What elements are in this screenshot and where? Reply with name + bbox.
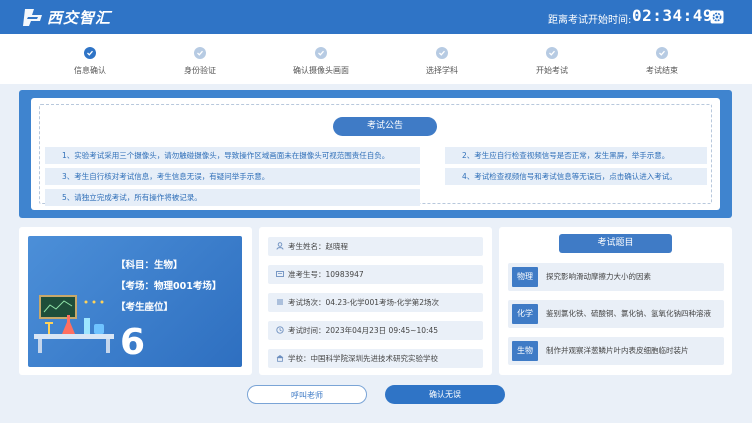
check-icon [546, 47, 558, 59]
step-camera: 确认摄像头画面 [271, 47, 371, 76]
exam-notice-panel: 考试公告 1、实验考试采用三个摄像头，请勿触碰摄像头，导致操作区域画面未在摄像头… [19, 90, 732, 218]
check-icon [656, 47, 668, 59]
step-end: 考试结束 [612, 47, 712, 76]
question-subject-tag: 化学 [512, 304, 538, 324]
countdown-value: 02:34:49 [632, 6, 714, 25]
exam-notice-body: 考试公告 1、实验考试采用三个摄像头，请勿触碰摄像头，导致操作区域画面未在摄像头… [31, 98, 720, 210]
school-icon [276, 355, 284, 362]
exam-session-row: 考试场次：04.23-化学001考场-化学第2场次 [268, 293, 483, 312]
seat-label: 【考生座位】 [116, 302, 174, 313]
notice-rule: 1、实验考试采用三个摄像头，请勿触碰摄像头，导致操作区域画面未在摄像头可视范围责… [45, 147, 420, 164]
notice-rule: 2、考生应自行检查视频信号是否正常，发生黑屏，举手示意。 [445, 147, 707, 164]
check-icon [315, 47, 327, 59]
notice-title: 考试公告 [333, 117, 437, 136]
progress-steps: 信息确认 身份验证 确认摄像头画面 选择学科 开始考试 考试结束 [0, 34, 752, 84]
app-header: 西交智汇 距离考试开始时间: 02:34:49 [0, 0, 752, 34]
confirm-button[interactable]: 确认无误 [385, 385, 505, 404]
lab-illustration-icon [34, 295, 114, 353]
step-info-confirm: 信息确认 [40, 47, 140, 76]
check-icon [436, 47, 448, 59]
seat-room: 【考场：物理001考场】 [116, 281, 222, 292]
question-text: 探究影响滑动摩擦力大小的因素 [546, 272, 651, 281]
app-name: 西交智汇 [47, 8, 112, 27]
list-icon [277, 299, 283, 305]
seat-panel: 【科目：生物】 【考场：物理001考场】 【考生座位】 6 [28, 236, 242, 367]
exam-questions-card: 考试题目 物理 探究影响滑动摩擦力大小的因素 化学 鉴别氯化铁、硫酸铜、氯化钠、… [499, 227, 732, 375]
step-label: 信息确认 [74, 66, 106, 75]
check-icon [194, 47, 206, 59]
question-subject-tag: 生物 [512, 341, 538, 361]
student-name: 考生姓名：赵晓程 [288, 242, 348, 251]
app-logo: 西交智汇 [22, 5, 111, 29]
exam-session: 考试场次：04.23-化学001考场-化学第2场次 [288, 298, 439, 307]
seat-number: 6 [120, 322, 146, 363]
question-item: 物理 探究影响滑动摩擦力大小的因素 [508, 263, 724, 291]
id-card-icon [276, 271, 284, 277]
notice-rule: 5、请独立完成考试，所有操作将被记录。 [45, 189, 420, 206]
step-label: 选择学科 [426, 66, 458, 75]
seat-card: 【科目：生物】 【考场：物理001考场】 【考生座位】 6 [19, 227, 252, 375]
step-subject: 选择学科 [392, 47, 492, 76]
question-subject-tag: 物理 [512, 267, 538, 287]
student-name-row: 考生姓名：赵晓程 [268, 237, 483, 256]
user-icon [276, 242, 284, 250]
seat-subject: 【科目：生物】 [116, 260, 183, 271]
step-label: 身份验证 [184, 66, 216, 75]
question-item: 生物 制作并观察洋葱鳞片叶内表皮细胞临时装片 [508, 337, 724, 365]
step-label: 开始考试 [536, 66, 568, 75]
question-text: 制作并观察洋葱鳞片叶内表皮细胞临时装片 [546, 346, 689, 355]
student-ticket-row: 准考生号：10983947 [268, 265, 483, 284]
step-identity: 身份验证 [150, 47, 250, 76]
check-icon [84, 47, 96, 59]
step-start: 开始考试 [502, 47, 602, 76]
gear-icon[interactable] [710, 10, 724, 24]
notice-rule: 3、考生自行核对考试信息，考生信息无误，有疑问举手示意。 [45, 168, 420, 185]
notice-border: 考试公告 1、实验考试采用三个摄像头，请勿触碰摄像头，导致操作区域画面未在摄像头… [39, 104, 712, 206]
logo-icon [23, 9, 42, 26]
student-info-card: 考生姓名：赵晓程 准考生号：10983947 考试场次：04.23-化学001考… [259, 227, 492, 375]
question-text: 鉴别氯化铁、硫酸铜、氯化钠、氢氧化钠四种溶液 [546, 309, 711, 318]
question-item: 化学 鉴别氯化铁、硫酸铜、氯化钠、氢氧化钠四种溶液 [508, 300, 724, 328]
student-ticket: 准考生号：10983947 [288, 270, 364, 279]
call-teacher-button[interactable]: 呼叫老师 [247, 385, 367, 404]
questions-title: 考试题目 [559, 234, 672, 253]
clock-icon [276, 326, 284, 334]
step-label: 考试结束 [646, 66, 678, 75]
exam-time: 考试时间：2023年04月23日 09:45~10:45 [288, 326, 439, 335]
step-label: 确认摄像头画面 [293, 66, 349, 75]
school-name: 学校：中国科学院深圳先进技术研究实验学校 [288, 354, 438, 363]
countdown-label: 距离考试开始时间: [548, 15, 632, 26]
notice-rule: 4、考试检查视频信号和考试信息等无误后，点击确认进入考试。 [445, 168, 707, 185]
school-row: 学校：中国科学院深圳先进技术研究实验学校 [268, 349, 483, 368]
exam-time-row: 考试时间：2023年04月23日 09:45~10:45 [268, 321, 483, 340]
